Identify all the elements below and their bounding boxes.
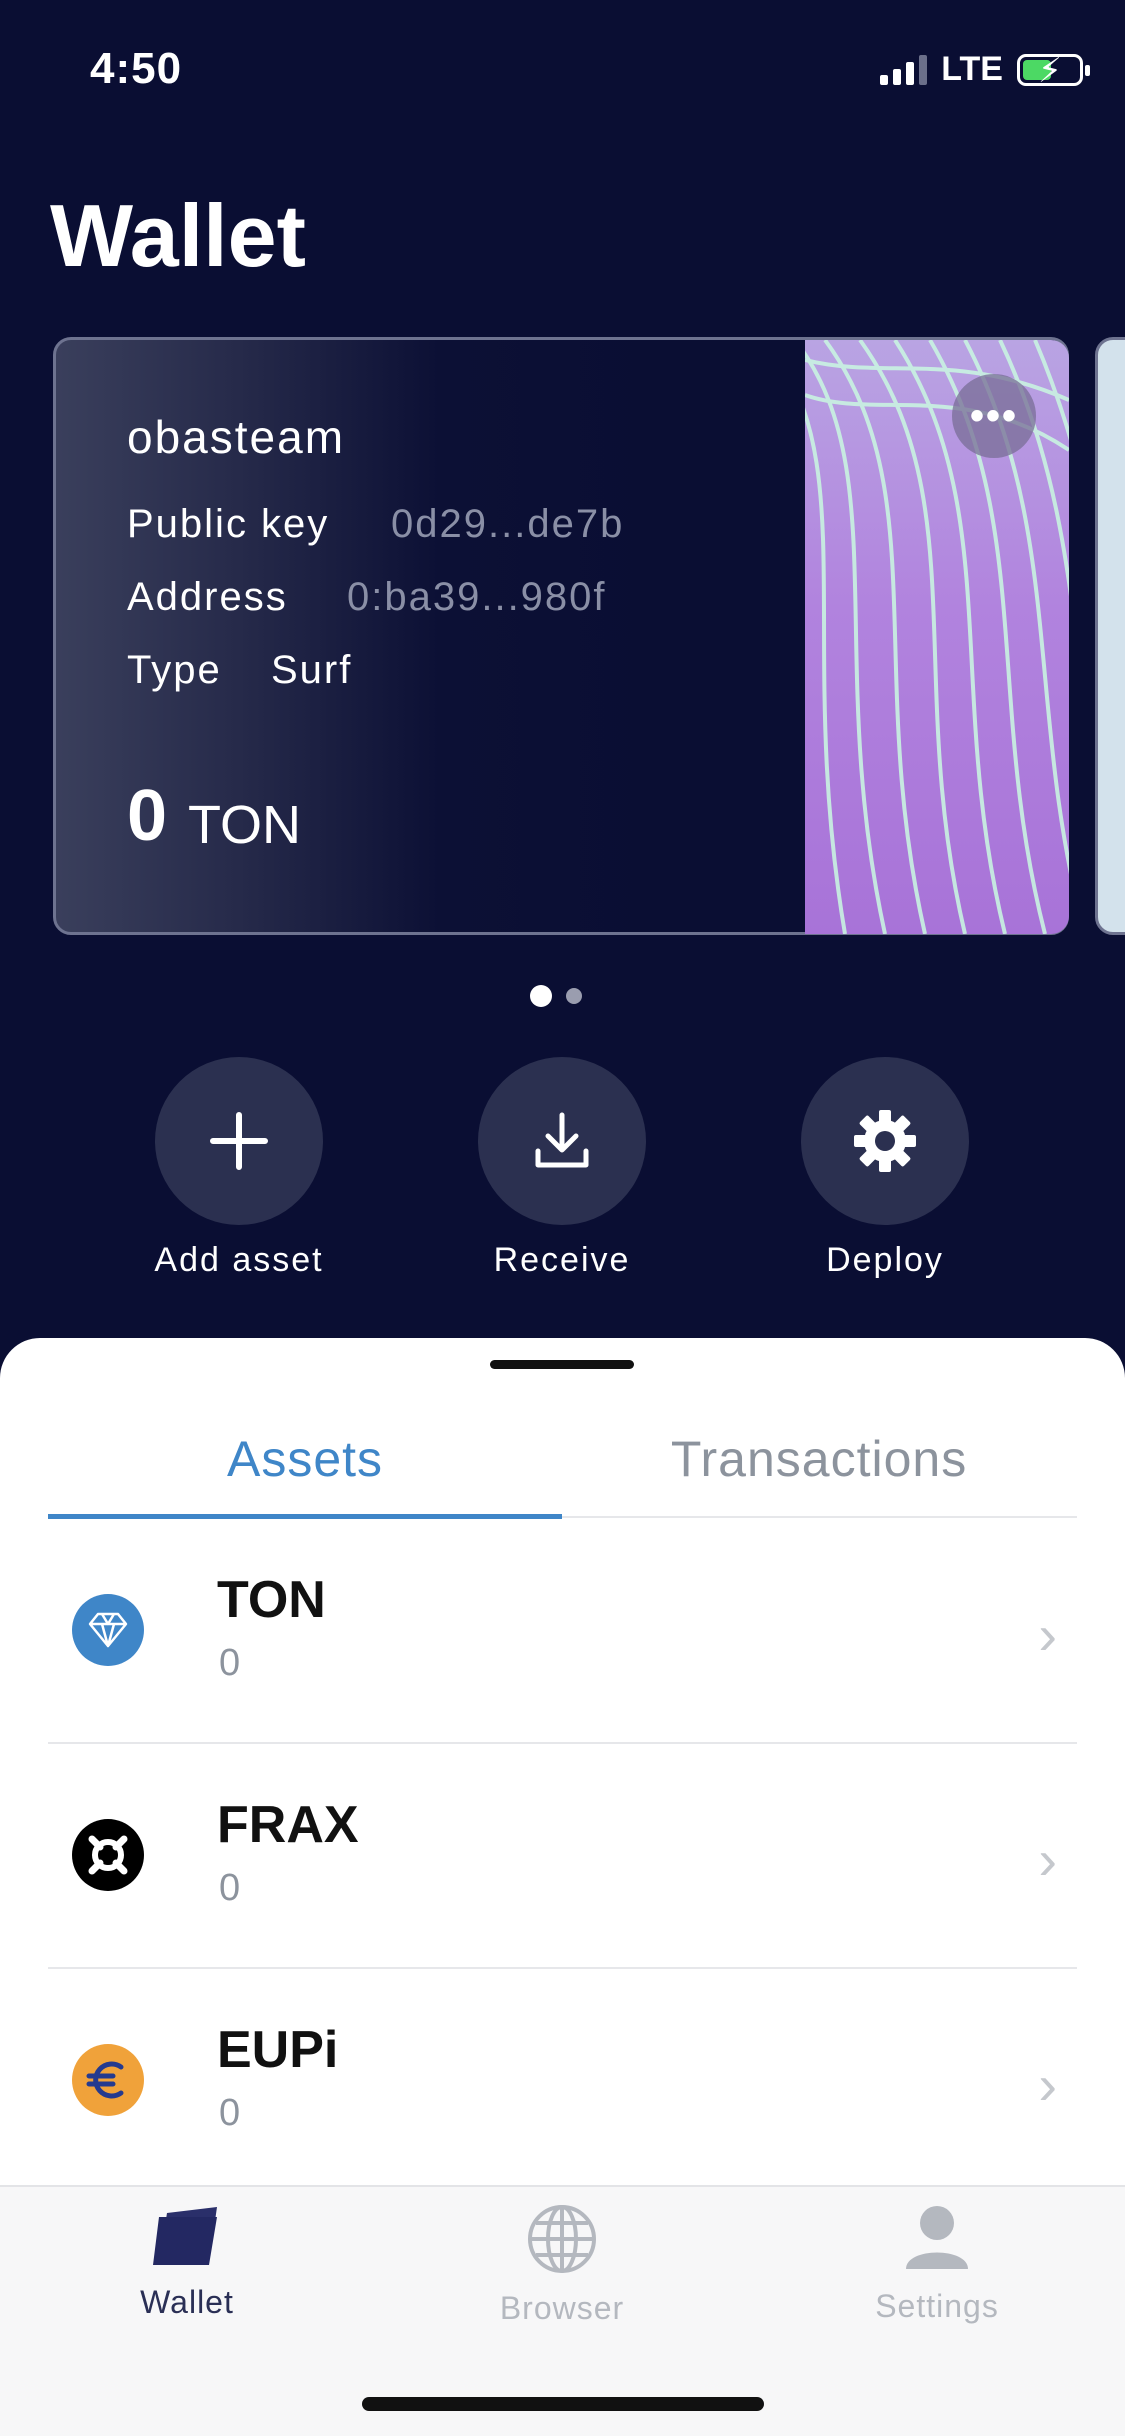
balance-amount: 0 [127, 776, 168, 856]
deploy-label: Deploy [826, 1241, 944, 1279]
add-asset-button[interactable]: Add asset [119, 1057, 359, 1280]
battery-icon: ⚡ [1017, 52, 1090, 90]
globe-icon [528, 2205, 596, 2273]
download-icon [535, 1112, 589, 1168]
asset-row-eupi[interactable]: EUPi 0 › [48, 1970, 1077, 2194]
asset-name: TON [217, 1571, 326, 1629]
chevron-right-icon: › [1038, 1828, 1057, 1891]
sheet-tabs: Assets Transactions [48, 1400, 1077, 1519]
frax-icon [72, 1819, 144, 1891]
tabbar-settings-label: Settings [875, 2288, 999, 2324]
pager-dot[interactable] [566, 988, 582, 1004]
tab-assets[interactable]: Assets [48, 1430, 562, 1488]
tabbar-wallet-label: Wallet [140, 2284, 234, 2320]
asset-row-frax[interactable]: FRAX 0 › [48, 1745, 1077, 1969]
type-row: Type Surf [127, 648, 350, 693]
signal-icon [880, 54, 928, 85]
euro-icon [72, 2044, 144, 2116]
status-bar: 4:50 LTE ⚡ [0, 0, 1125, 140]
network-label: LTE [941, 50, 1003, 88]
sheet-handle[interactable] [490, 1360, 634, 1369]
tabbar-wallet[interactable]: Wallet [37, 2203, 337, 2321]
tabbar-settings[interactable]: Settings [787, 2203, 1087, 2325]
status-indicators: LTE ⚡ [880, 50, 1090, 90]
gear-icon [854, 1110, 916, 1172]
pager-dot-active[interactable] [530, 985, 552, 1007]
plus-icon [210, 1112, 268, 1170]
next-card-preview[interactable] [1095, 337, 1125, 935]
public-key-row: Public key 0d29...de7b [127, 502, 622, 547]
type-value: Surf [271, 648, 353, 692]
asset-name: EUPi [217, 2021, 339, 2079]
wallet-icon [153, 2207, 217, 2265]
asset-amount: 0 [219, 1642, 241, 1684]
wallet-name: obasteam [127, 411, 346, 463]
user-icon [906, 2206, 968, 2269]
more-horizontal-icon: ••• [969, 393, 1018, 438]
public-key-value: 0d29...de7b [391, 502, 625, 546]
address-row: Address 0:ba39...980f [127, 575, 605, 620]
page-title: Wallet [50, 186, 306, 285]
chevron-right-icon: › [1038, 2053, 1057, 2116]
home-indicator [362, 2397, 764, 2411]
address-label: Address [127, 575, 288, 619]
balance-unit: TON [188, 795, 302, 855]
asset-row-ton[interactable]: TON 0 › [48, 1520, 1077, 1744]
asset-amount: 0 [219, 1867, 241, 1909]
asset-amount: 0 [219, 2092, 241, 2134]
deploy-button[interactable]: Deploy [765, 1057, 1005, 1280]
status-time: 4:50 [90, 44, 183, 93]
add-asset-label: Add asset [154, 1241, 324, 1279]
asset-name: FRAX [217, 1796, 359, 1854]
type-label: Type [127, 648, 222, 692]
tab-transactions[interactable]: Transactions [562, 1430, 1076, 1488]
active-tab-indicator [48, 1514, 562, 1519]
receive-label: Receive [493, 1241, 631, 1279]
public-key-label: Public key [127, 502, 330, 546]
card-more-button[interactable]: ••• [952, 374, 1036, 458]
card-pager [530, 985, 582, 1007]
receive-button[interactable]: Receive [442, 1057, 682, 1280]
tabbar-browser-label: Browser [499, 2290, 625, 2326]
address-value: 0:ba39...980f [347, 575, 607, 619]
tabbar-browser[interactable]: Browser [412, 2203, 712, 2327]
chevron-right-icon: › [1038, 1603, 1057, 1666]
diamond-icon [72, 1594, 144, 1666]
